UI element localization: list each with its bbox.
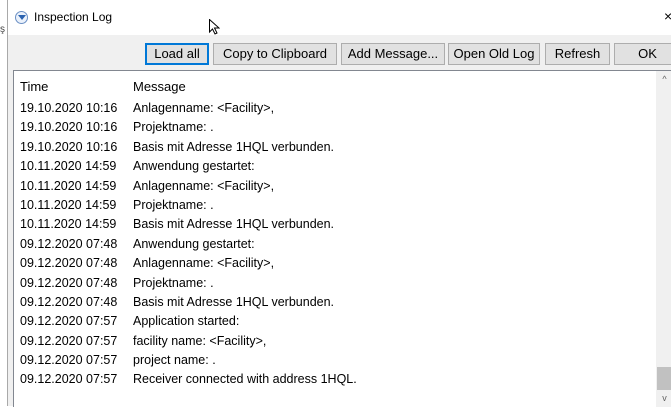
log-message: Basis mit Adresse 1HQL verbunden. xyxy=(133,139,335,154)
log-time: 09.12.2020 07:48 xyxy=(20,275,118,290)
log-message: Projektname: . xyxy=(133,197,214,212)
copy-to-clipboard-button[interactable]: Copy to Clipboard xyxy=(213,43,337,65)
log-time: 10.11.2020 14:59 xyxy=(20,217,117,232)
log-message: Anwendung gestartet: xyxy=(133,159,255,174)
scrollbar-thumb[interactable] xyxy=(657,367,671,390)
mouse-cursor-icon xyxy=(209,18,221,40)
log-time: 09.12.2020 07:48 xyxy=(20,256,118,271)
window-title: Inspection Log xyxy=(34,10,113,24)
log-message: facility name: <Facility>, xyxy=(133,333,267,348)
log-time: 09.12.2020 07:57 xyxy=(20,353,118,368)
log-list[interactable]: Time Message 19.10.2020 10:16 Anlagenname… xyxy=(13,70,671,407)
log-time: 19.10.2020 10:16 xyxy=(20,139,118,154)
background-window-mark: ş xyxy=(0,24,5,35)
ok-button[interactable]: OK xyxy=(614,43,671,65)
log-time: 10.11.2020 14:59 xyxy=(20,197,117,212)
log-message: Projektname: . xyxy=(133,120,214,135)
log-message: project name: . xyxy=(133,353,216,368)
log-time: 19.10.2020 10:16 xyxy=(20,101,118,115)
inspection-log-window: Inspection Log × Load all Copy to Clipbo… xyxy=(7,0,671,407)
log-message: Basis mit Adresse 1HQL verbunden. xyxy=(133,294,335,309)
log-message: Anlagenname: <Facility>, xyxy=(133,101,275,115)
log-time: 19.10.2020 10:16 xyxy=(20,120,118,135)
refresh-button[interactable]: Refresh xyxy=(545,43,610,65)
scroll-down-arrow-icon[interactable]: v xyxy=(656,390,671,407)
scroll-up-arrow-icon[interactable]: ^ xyxy=(656,71,671,88)
log-time: 09.12.2020 07:48 xyxy=(20,236,118,251)
log-message: Basis mit Adresse 1HQL verbunden. xyxy=(133,217,335,232)
log-message: Anwendung gestartet: xyxy=(133,236,255,251)
title-bar[interactable]: Inspection Log × xyxy=(8,0,671,35)
log-time: 10.11.2020 14:59 xyxy=(20,178,117,193)
log-message: Application started: xyxy=(133,314,240,329)
close-icon[interactable]: × xyxy=(664,9,671,23)
column-header-time[interactable]: Time xyxy=(20,79,48,94)
log-message: Receiver connected with address 1HQL. xyxy=(133,372,357,387)
load-all-button[interactable]: Load all xyxy=(145,43,209,65)
vertical-scrollbar[interactable]: ^ v xyxy=(656,71,671,407)
app-icon[interactable] xyxy=(15,11,28,24)
add-message-button[interactable]: Add Message... xyxy=(341,43,445,65)
log-time: 09.12.2020 07:57 xyxy=(20,314,118,329)
log-time: 09.12.2020 07:57 xyxy=(20,333,118,348)
log-message: Projektname: . xyxy=(133,275,214,290)
log-time: 09.12.2020 07:57 xyxy=(20,372,118,387)
log-message: Anlagenname: <Facility>, xyxy=(133,256,275,271)
toolbar: Load all Copy to Clipboard Add Message..… xyxy=(8,43,671,65)
log-message: Anlagenname: <Facility>, xyxy=(133,178,275,193)
log-time: 10.11.2020 14:59 xyxy=(20,159,117,174)
open-old-log-button[interactable]: Open Old Log xyxy=(448,43,540,65)
column-header-message[interactable]: Message xyxy=(133,79,333,94)
background-window-edge: ş xyxy=(0,0,7,406)
log-time: 09.12.2020 07:48 xyxy=(20,294,118,309)
